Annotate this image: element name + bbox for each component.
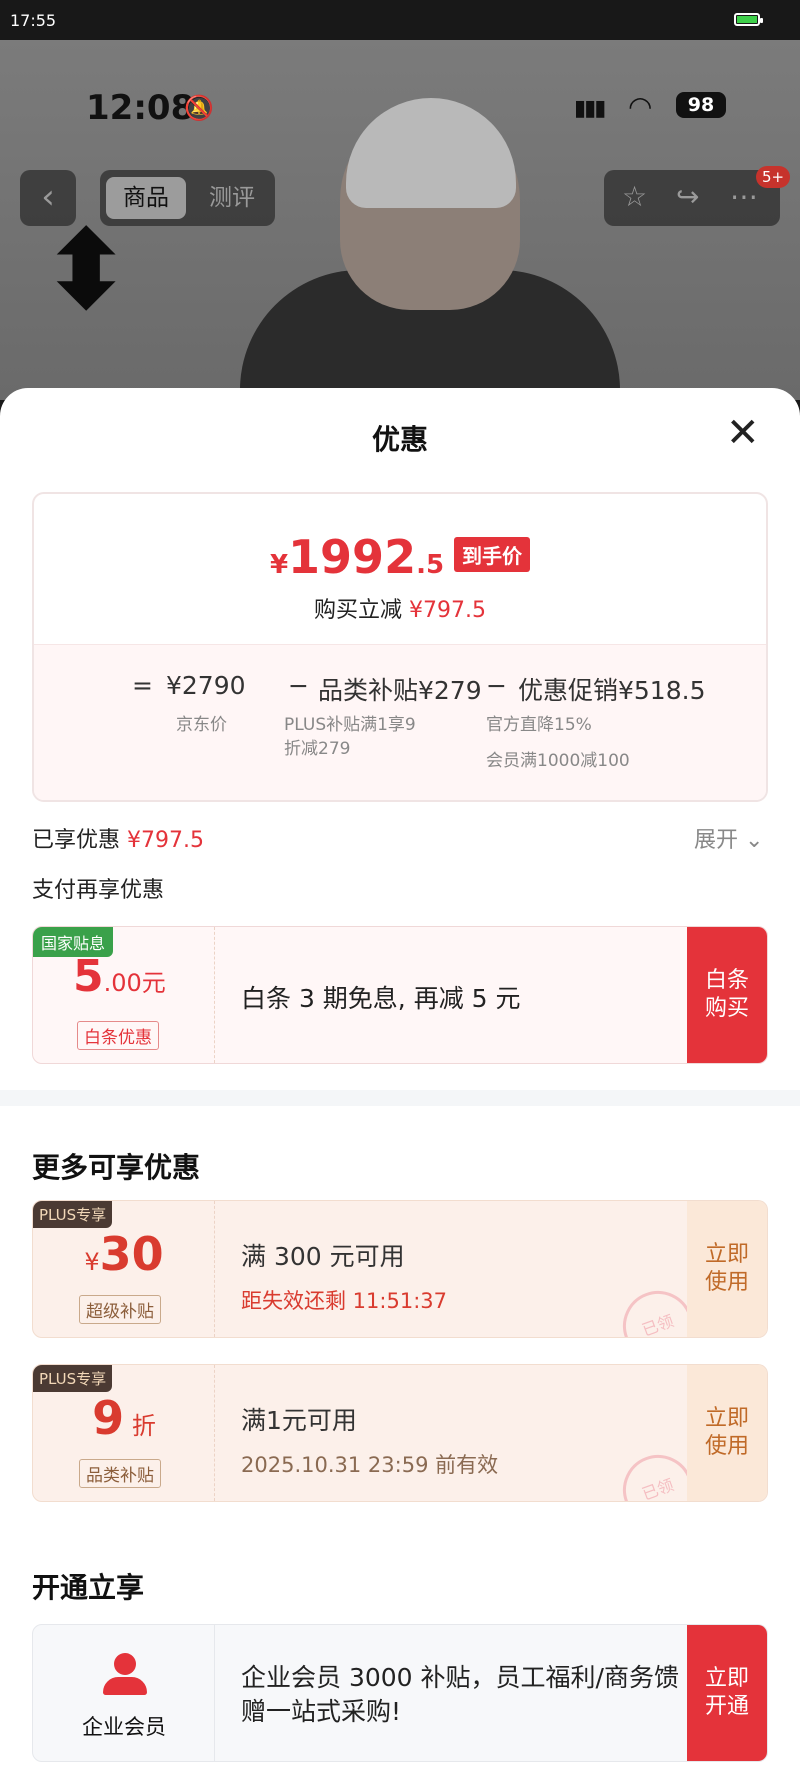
category-subsidy: 品类补贴¥279 [318,676,482,705]
baitiao-buy-button[interactable]: 白条 购买 [687,927,767,1063]
baitiao-offer-card[interactable]: 国家贴息 5.00元 白条优惠 白条 3 期免息, 再减 5 元 白条 购买 [32,926,768,1064]
baitiao-text: 白条 3 期免息, 再减 5 元 [241,984,521,1013]
enjoyed-discount: 已享优惠 ¥797.5 [32,828,204,853]
person-icon [103,1653,147,1695]
price-breakdown-card: ¥1992.5 到手价 购买立减 ¥797.5 = ¥2790 − 品类补贴¥27… [32,492,768,802]
enterprise-member-card[interactable]: 企业会员 企业会员 3000 补贴，员工福利/商务馈赠一站式采购! 立即 开通 [32,1624,768,1762]
enterprise-text: 企业会员 3000 补贴，员工福利/商务馈赠一站式采购! [241,1663,679,1726]
close-icon[interactable]: ✕ [726,410,760,456]
coupon-condition: 满 300 元可用 [241,1242,405,1271]
plus-tag: PLUS专享 [33,1365,113,1392]
inner-battery-badge: 98 [676,92,726,118]
use-coupon-button[interactable]: 立即 使用 [687,1201,767,1337]
expand-button[interactable]: 展开 ⌄ [694,822,763,854]
status-time: 17:55 [10,11,57,30]
sheet-title: 优惠 [371,423,428,456]
more-offers-title: 更多可享优惠 [32,1151,201,1184]
share-icon[interactable]: ↪ [676,180,699,213]
mute-bell-icon: 🔕 [184,94,214,122]
coupon-value: ¥30 [84,1227,164,1281]
more-icon[interactable]: ⋯ [730,180,758,213]
baitiao-amount: 5.00元 [73,951,166,1002]
final-price-tag: 到手价 [454,537,531,572]
product-image-beanie [346,98,516,208]
inner-status-time: 12:08 [86,88,195,128]
price-formula: = ¥2790 − 品类补贴¥279 − 优惠促销¥518.5 京东价 PLUS… [34,644,766,800]
coupon-expiry: 2025.10.31 23:59 前有效 [241,1453,499,1477]
final-price: ¥1992.5 到手价 [34,530,766,584]
coupon-card[interactable]: PLUS专享 ¥30 超级补贴 满 300 元可用 距失效还剩 11:51:37… [32,1200,768,1338]
open-membership-button[interactable]: 立即 开通 [687,1625,767,1761]
tab-product[interactable]: 商品 [106,177,186,219]
pay-section-title: 支付再享优惠 [32,878,165,903]
brand-logo-icon: ⬍ [40,206,133,334]
wifi-icon: ◠ [628,90,653,123]
use-coupon-button[interactable]: 立即 使用 [687,1365,767,1501]
coupon-countdown: 距失效还剩 11:51:37 [241,1289,447,1313]
section-divider [0,1090,800,1106]
back-button[interactable]: ‹ [20,170,76,226]
enterprise-label: 企业会员 [82,1715,166,1739]
system-status-bar: 17:55 [0,0,800,40]
coupon-card[interactable]: PLUS专享 9 折 品类补贴 满1元可用 2025.10.31 23:59 前… [32,1364,768,1502]
open-section-title: 开通立享 [32,1571,145,1604]
product-tabs: 商品 测评 [100,170,275,226]
battery-icon [734,13,763,26]
jd-price: ¥2790 [166,671,246,700]
chevron-down-icon: ⌄ [745,828,764,853]
header-actions: ☆ ↪ ⋯ [604,170,780,226]
signal-icon: ▮▮▮ [574,96,606,121]
star-icon[interactable]: ☆ [622,180,647,213]
plus-tag: PLUS专享 [33,1201,113,1228]
notification-badge: 5+ [756,166,791,188]
tab-review[interactable]: 测评 [192,177,272,219]
promo-discount: 优惠促销¥518.5 [518,676,706,705]
product-background: ⬍ 12:08 🔕 ▮▮▮ ◠ 98 ‹ 商品 测评 ☆ ↪ ⋯ 5+ [0,40,800,400]
instant-discount: 购买立减 ¥797.5 [314,598,486,623]
coupon-condition: 满1元可用 [241,1406,357,1435]
discount-sheet: 优惠 ✕ ¥1992.5 到手价 购买立减 ¥797.5 = ¥2790 − 品类… [0,388,800,1779]
coupon-value: 9 折 [92,1391,156,1445]
